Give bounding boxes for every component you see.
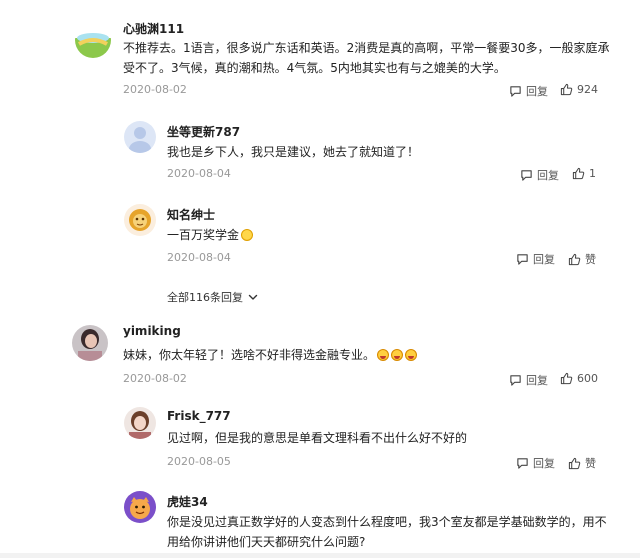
like-button[interactable]: 600 — [560, 372, 598, 385]
bottom-divider — [0, 553, 640, 558]
comment-bubble-icon — [510, 374, 521, 386]
comment-author[interactable]: 知名绅士 — [167, 206, 215, 223]
avatar[interactable] — [72, 325, 108, 361]
comment-text-content: 一百万奖学金 — [167, 228, 240, 242]
comment-author[interactable]: yimiking — [123, 324, 181, 338]
more-replies-label: 全部116条回复 — [167, 291, 243, 304]
emoji-icon — [405, 349, 418, 361]
comment-text: 妹妹，你太年轻了！选啥不好非得选金融专业。 — [123, 345, 613, 365]
comment-bubble-icon — [510, 85, 521, 97]
thumbs-up-icon — [568, 457, 581, 469]
comment-author[interactable]: 心驰渊111 — [123, 20, 184, 37]
comment-author[interactable]: 虎娃34 — [167, 493, 208, 510]
comment-date: 2020-08-02 — [123, 372, 187, 385]
like-count: 1 — [589, 167, 596, 180]
comment-date: 2020-08-02 — [123, 83, 187, 96]
emoji-icon — [377, 349, 390, 361]
comment-text: 你是没见过真正数学好的人变态到什么程度吧，我3个室友都是学基础数学的，用不用给你… — [167, 515, 607, 549]
thumbs-up-icon — [560, 372, 573, 385]
avatar[interactable] — [75, 22, 111, 58]
reply-label: 回复 — [526, 374, 548, 387]
reply-button[interactable]: 回复 — [509, 372, 548, 388]
like-button[interactable]: 924 — [560, 83, 598, 96]
comment-author[interactable]: 坐等更新787 — [167, 123, 240, 140]
comment-author[interactable]: Frisk_777 — [167, 409, 231, 423]
thumbs-up-icon — [560, 83, 573, 96]
comment-bubble-icon — [517, 253, 528, 265]
like-label: 赞 — [585, 253, 596, 266]
reply-button[interactable]: 回复 — [516, 455, 555, 471]
reply-label: 回复 — [533, 253, 555, 266]
comment-date: 2020-08-04 — [167, 251, 231, 264]
comment-text: 一百万奖学金 — [167, 225, 607, 245]
reply-button[interactable]: 回复 — [520, 167, 559, 183]
comment-text: 不推荐去。1语言，很多说广东话和英语。2消费是真的高啊，平常一餐要30多，一般家… — [123, 41, 610, 75]
like-button[interactable]: 赞 — [568, 455, 596, 471]
comment-date: 2020-08-04 — [167, 167, 231, 180]
comment-bubble-icon — [517, 457, 528, 469]
avatar[interactable] — [124, 204, 156, 236]
avatar[interactable] — [124, 407, 156, 439]
reply-button[interactable]: 回复 — [509, 83, 548, 99]
reply-label: 回复 — [537, 169, 559, 182]
comment-text: 见过啊，但是我的意思是单看文理科看不出什么好不好的 — [167, 431, 468, 445]
avatar[interactable] — [124, 121, 156, 153]
reply-label: 回复 — [533, 457, 555, 470]
comment-text: 我也是乡下人，我只是建议，她去了就知道了！ — [167, 145, 420, 159]
like-count: 600 — [577, 372, 598, 385]
emoji-icon — [391, 349, 404, 361]
comment-text-content: 妹妹，你太年轻了！选啥不好非得选金融专业。 — [123, 348, 376, 362]
reply-button[interactable]: 回复 — [516, 251, 555, 267]
emoji-icon — [241, 229, 254, 241]
thumbs-up-icon — [568, 253, 581, 265]
comment-bubble-icon — [521, 169, 532, 181]
reply-label: 回复 — [526, 85, 548, 98]
avatar[interactable] — [124, 491, 156, 523]
like-button[interactable]: 赞 — [568, 251, 596, 267]
like-count: 924 — [577, 83, 598, 96]
comment-date: 2020-08-05 — [167, 455, 231, 468]
chevron-down-icon — [248, 294, 258, 300]
thumbs-up-icon — [572, 167, 585, 180]
like-button[interactable]: 1 — [572, 167, 596, 180]
show-all-replies-button[interactable]: 全部116条回复 — [167, 289, 259, 305]
like-label: 赞 — [585, 457, 596, 470]
